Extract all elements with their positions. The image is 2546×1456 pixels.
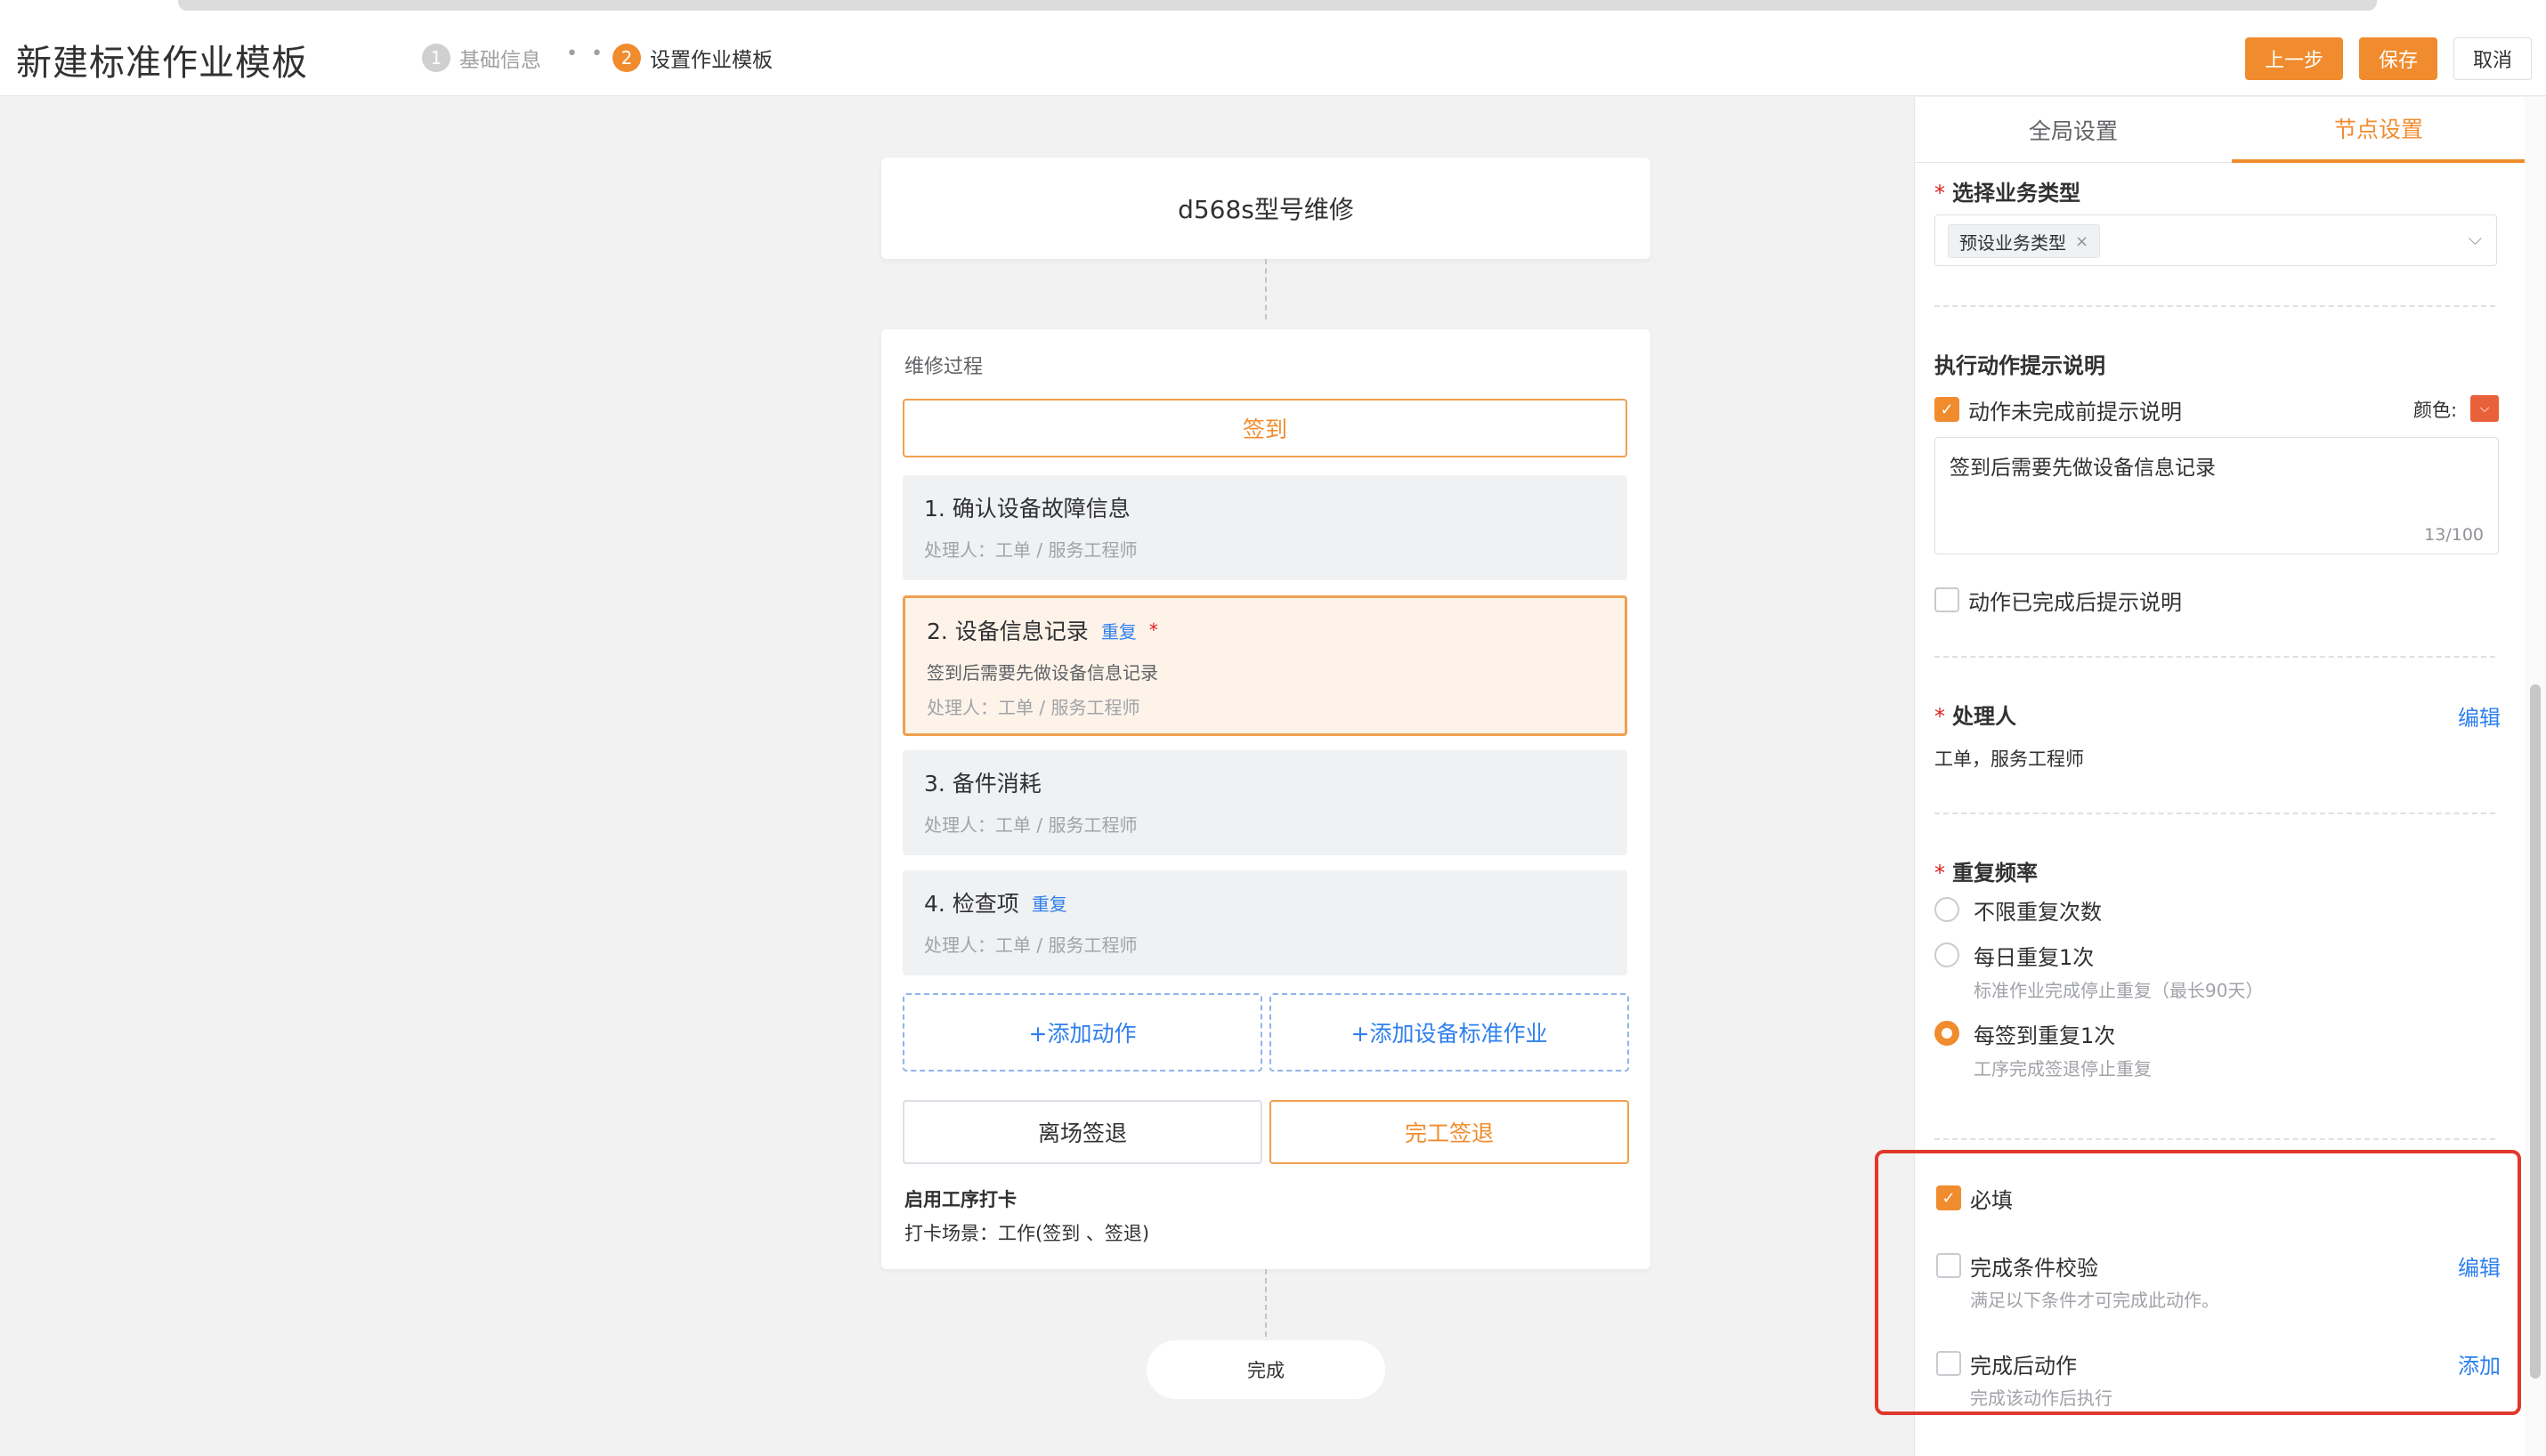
checkin-node[interactable]: 签到 bbox=[903, 399, 1627, 457]
action-title: 4. 检查项 bbox=[924, 891, 1019, 917]
tip-before-text: 签到后需要先做设备信息记录 bbox=[1950, 457, 2216, 480]
handler-value: 工单，服务工程师 bbox=[1934, 748, 2084, 770]
radio-unlimited-label: 不限重复次数 bbox=[1974, 900, 2102, 925]
color-picker[interactable]: ⌵ bbox=[2470, 395, 2499, 422]
flow-connector bbox=[1265, 1269, 1267, 1337]
clock-in-scene: 打卡场景：工作(签到 、签退) bbox=[904, 1223, 1150, 1244]
finish-checkout-node[interactable]: 完工签退 bbox=[1269, 1100, 1629, 1164]
section-divider bbox=[1934, 813, 2495, 814]
biz-type-label: * 选择业务类型 bbox=[1934, 181, 2080, 206]
tag-close-icon[interactable]: × bbox=[2075, 232, 2088, 251]
tag-label: 预设业务类型 bbox=[1959, 231, 2066, 254]
tip-before-textarea[interactable]: 签到后需要先做设备信息记录 13/100 bbox=[1934, 437, 2499, 554]
required-star: * bbox=[1934, 181, 1945, 206]
action-title: 2. 设备信息记录 bbox=[927, 619, 1089, 644]
radio-per-checkin-sub: 工序完成签退停止重复 bbox=[1974, 1058, 2152, 1080]
highlight-box bbox=[1875, 1150, 2521, 1415]
action-handler: 处理人：工单 / 服务工程师 bbox=[924, 934, 1138, 956]
required-mark: * bbox=[1148, 619, 1158, 641]
step-label-2: 设置作业模板 bbox=[650, 49, 773, 72]
step-template-setup[interactable]: 2 设置作业模板 bbox=[612, 43, 773, 73]
tab-node-settings[interactable]: 节点设置 bbox=[2232, 97, 2526, 163]
step-number-1: 1 bbox=[422, 44, 450, 72]
page-header: 新建标准作业模板 1 基础信息 • • 2 设置作业模板 上一步 保存 取消 bbox=[0, 20, 2546, 96]
template-name: d568s型号维修 bbox=[1178, 195, 1354, 224]
cancel-button[interactable]: 取消 bbox=[2453, 37, 2532, 80]
action-desc: 签到后需要先做设备信息记录 bbox=[927, 662, 1158, 684]
add-standard-job-button[interactable]: +添加设备标准作业 bbox=[1269, 993, 1629, 1072]
handler-edit-link[interactable]: 编辑 bbox=[2458, 700, 2501, 732]
action-node-4[interactable]: 4. 检查项 重复 处理人：工单 / 服务工程师 bbox=[903, 870, 1627, 975]
section-divider bbox=[1934, 305, 2495, 307]
action-title: 3. 备件消耗 bbox=[924, 771, 1042, 797]
tip-after-checkbox[interactable] bbox=[1934, 587, 1959, 612]
tip-section-title: 执行动作提示说明 bbox=[1934, 353, 2105, 378]
radio-unlimited[interactable] bbox=[1934, 897, 1959, 922]
tip-after-label: 动作已完成后提示说明 bbox=[1968, 590, 2182, 615]
clock-in-title: 启用工序打卡 bbox=[904, 1189, 1017, 1210]
repeat-freq-label: * 重复频率 bbox=[1934, 861, 2038, 886]
action-node-1[interactable]: 1. 确认设备故障信息 处理人：工单 / 服务工程师 bbox=[903, 475, 1627, 580]
process-card: 维修过程 签到 1. 确认设备故障信息 处理人：工单 / 服务工程师 2. 设备… bbox=[881, 329, 1650, 1269]
char-count: 13/100 bbox=[2424, 525, 2484, 545]
browser-address-bar bbox=[178, 0, 2377, 11]
action-node-3[interactable]: 3. 备件消耗 处理人：工单 / 服务工程师 bbox=[903, 750, 1627, 855]
radio-daily-label: 每日重复1次 bbox=[1974, 945, 2095, 970]
tip-before-label: 动作未完成前提示说明 bbox=[1968, 400, 2182, 425]
required-star: * bbox=[1934, 861, 1945, 886]
tip-before-checkbox[interactable]: ✓ bbox=[1934, 397, 1959, 422]
add-action-button[interactable]: +添加动作 bbox=[903, 993, 1262, 1072]
section-divider bbox=[1934, 656, 2495, 658]
leave-checkout-node[interactable]: 离场签退 bbox=[903, 1100, 1262, 1164]
browser-top-strip bbox=[0, 0, 2546, 20]
color-label: 颜色: bbox=[2413, 400, 2458, 421]
biz-type-tag: 预设业务类型 × bbox=[1948, 224, 2101, 258]
flow-connector bbox=[1265, 259, 1267, 320]
scrollbar-thumb[interactable] bbox=[2530, 684, 2541, 1379]
save-button[interactable]: 保存 bbox=[2359, 37, 2437, 80]
panel-tabs: 全局设置 节点设置 bbox=[1915, 97, 2526, 163]
handler-label: * 处理人 bbox=[1934, 704, 2016, 729]
radio-daily-sub: 标准作业完成停止重复（最长90天） bbox=[1974, 980, 2264, 1001]
step-separator: • • bbox=[566, 43, 606, 65]
radio-per-checkin[interactable] bbox=[1934, 1021, 1959, 1046]
step-basic-info[interactable]: 1 基础信息 bbox=[422, 43, 541, 73]
action-handler: 处理人：工单 / 服务工程师 bbox=[924, 814, 1138, 836]
panel-scrollbar[interactable] bbox=[2525, 97, 2546, 1456]
done-node[interactable]: 完成 bbox=[1147, 1340, 1385, 1399]
step-label-1: 基础信息 bbox=[459, 49, 541, 72]
biz-type-select[interactable]: 预设业务类型 × ⌵ bbox=[1934, 214, 2497, 266]
repeat-badge: 重复 bbox=[1031, 893, 1067, 915]
prev-step-button[interactable]: 上一步 bbox=[2245, 37, 2343, 80]
action-handler: 处理人：工单 / 服务工程师 bbox=[924, 539, 1138, 561]
step-number-2: 2 bbox=[612, 44, 641, 72]
required-star: * bbox=[1934, 704, 1945, 729]
action-node-2[interactable]: 2. 设备信息记录 重复 * 签到后需要先做设备信息记录 处理人：工单 / 服务… bbox=[903, 595, 1627, 736]
action-title: 1. 确认设备故障信息 bbox=[924, 496, 1131, 522]
process-label: 维修过程 bbox=[904, 356, 984, 378]
template-name-card[interactable]: d568s型号维修 bbox=[881, 158, 1650, 259]
action-handler: 处理人：工单 / 服务工程师 bbox=[927, 697, 1140, 718]
tab-global-settings[interactable]: 全局设置 bbox=[1915, 97, 2232, 163]
chevron-down-icon: ⌵ bbox=[2479, 401, 2490, 416]
chevron-down-icon: ⌵ bbox=[2468, 228, 2482, 249]
page-title: 新建标准作业模板 bbox=[16, 43, 308, 84]
repeat-badge: 重复 bbox=[1100, 620, 1137, 643]
radio-daily[interactable] bbox=[1934, 942, 1959, 967]
radio-per-checkin-label: 每签到重复1次 bbox=[1974, 1023, 2116, 1048]
section-divider bbox=[1934, 1138, 2495, 1140]
